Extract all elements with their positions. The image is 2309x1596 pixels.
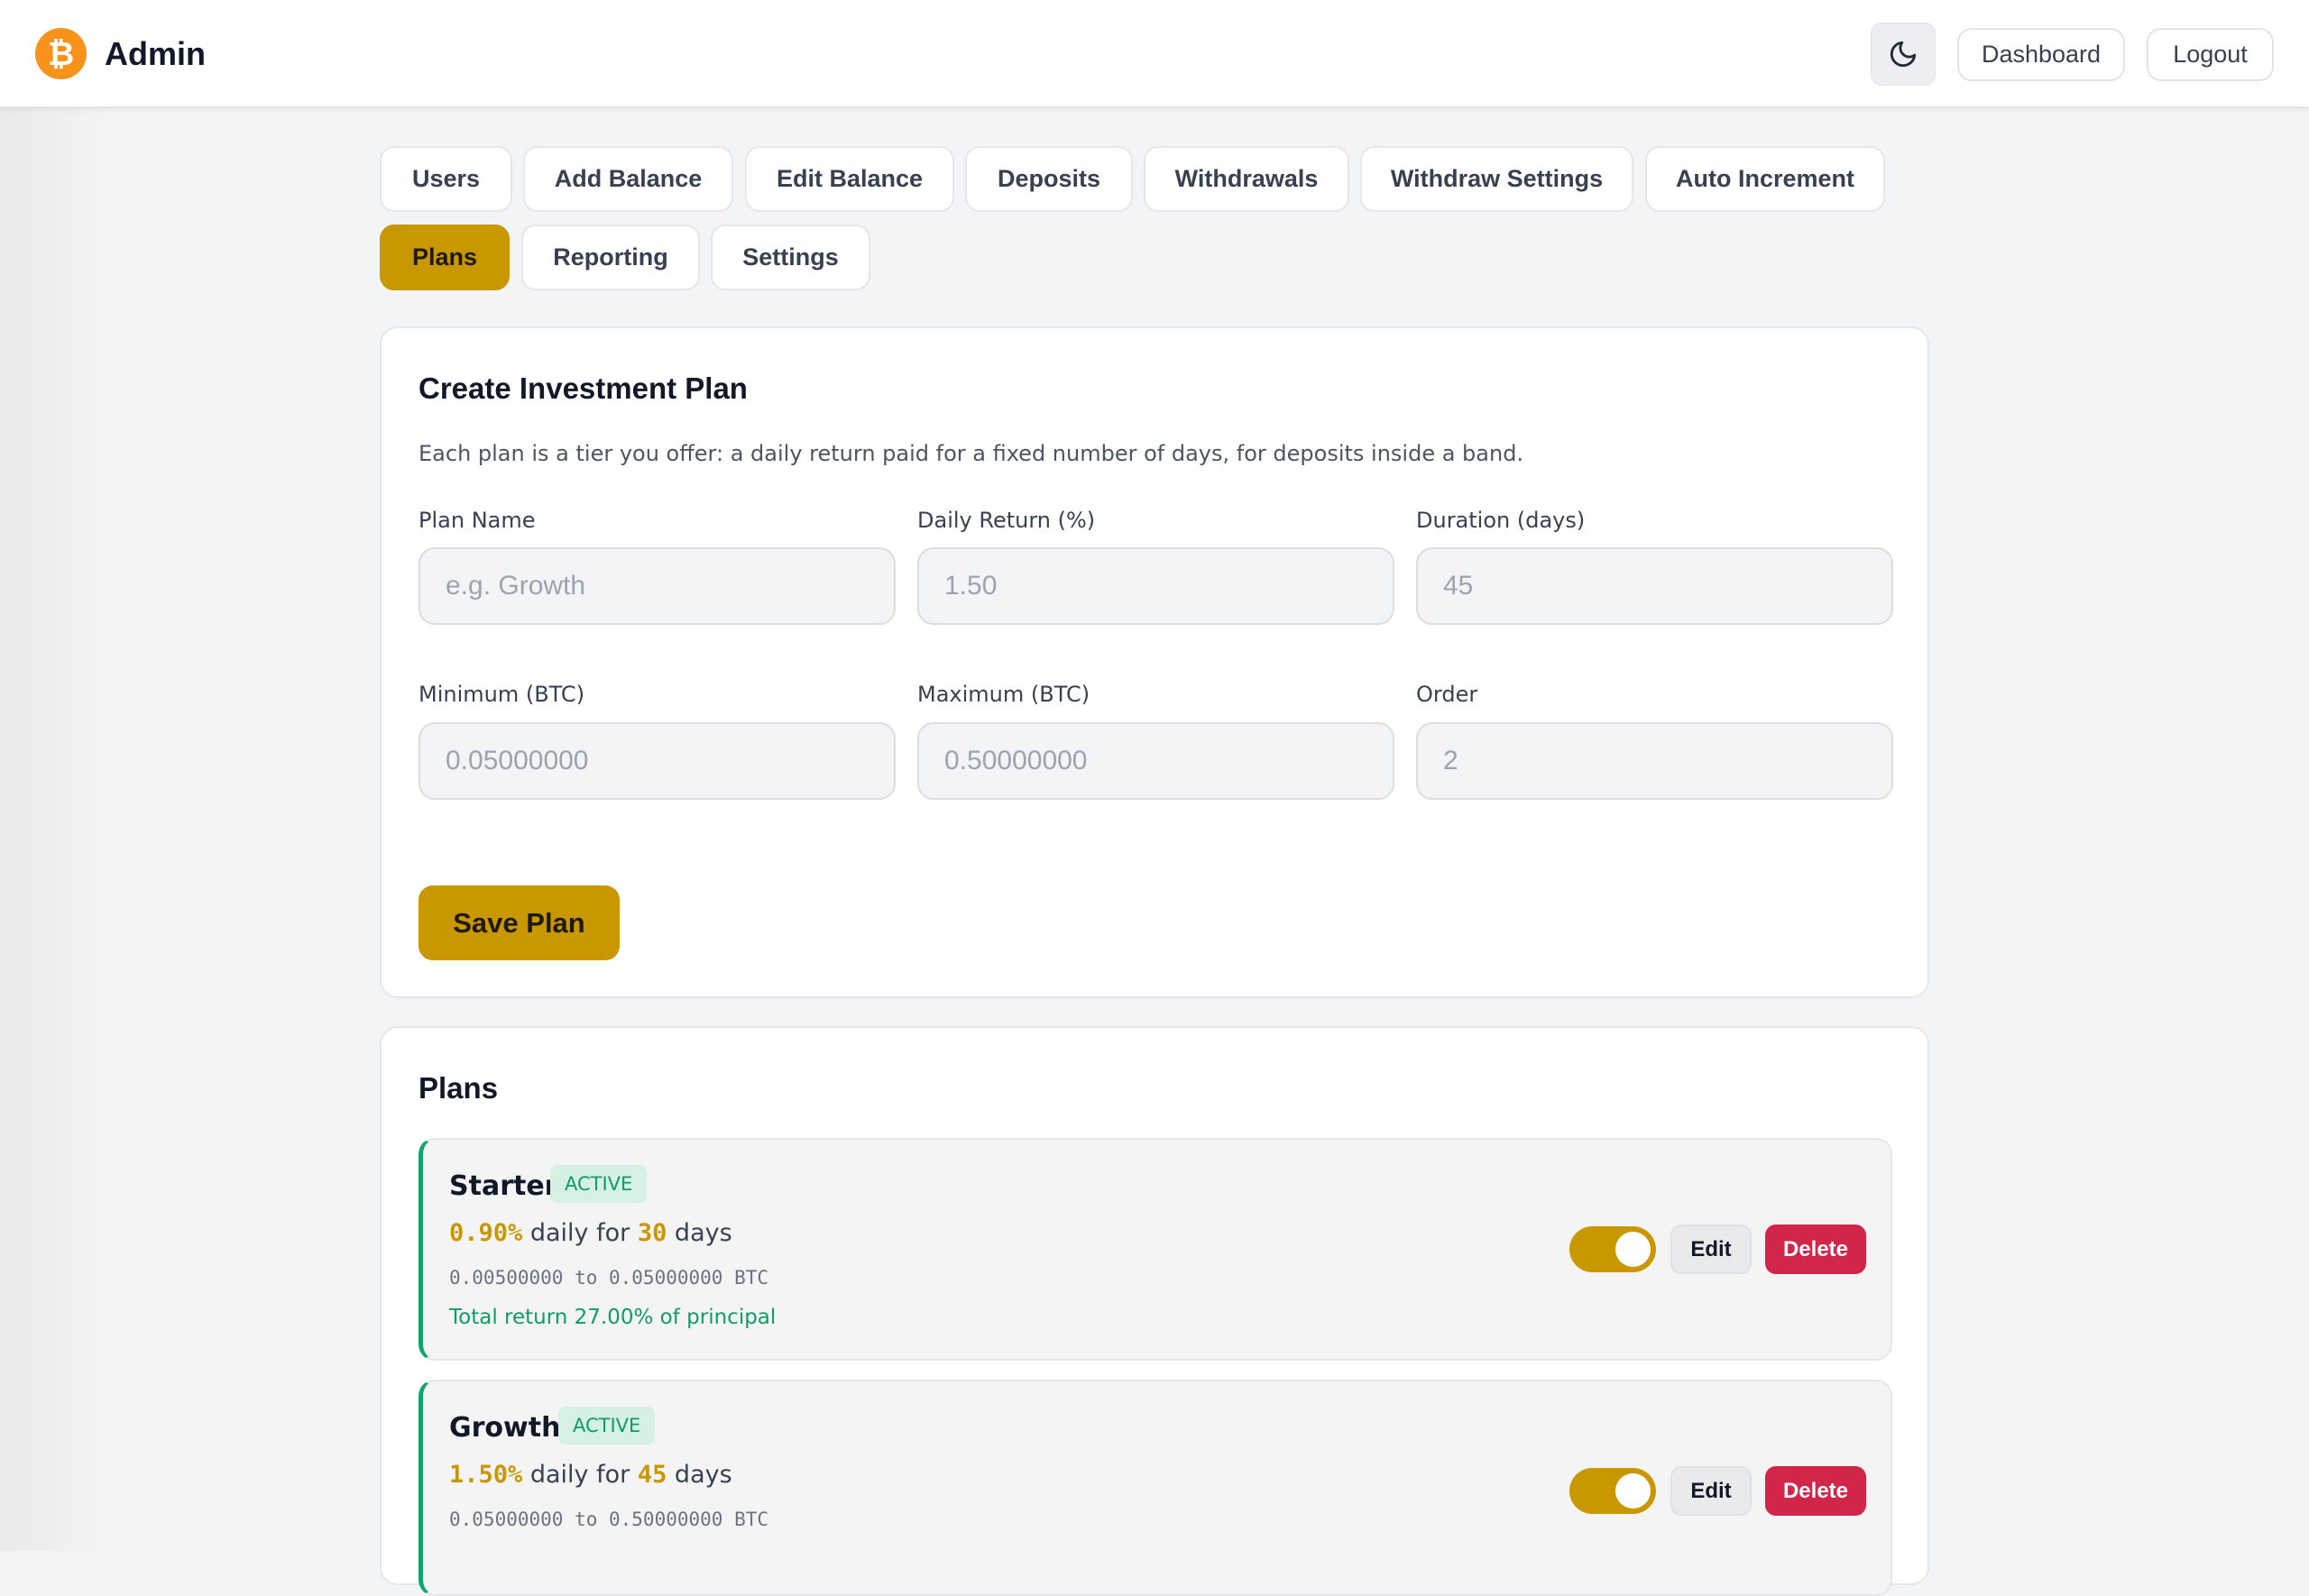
edit-plan-button[interactable]: Edit xyxy=(1670,1225,1752,1274)
plan-enabled-toggle[interactable] xyxy=(1569,1468,1656,1514)
bitcoin-logo-icon: ₿ xyxy=(35,28,87,79)
plan-name-label: Plan Name xyxy=(419,508,536,533)
tab-settings[interactable]: Settings xyxy=(711,225,870,290)
theme-toggle-button[interactable] xyxy=(1871,23,1936,86)
status-badge: ACTIVE xyxy=(550,1165,648,1203)
plan-range: 0.00500000 to 0.05000000 BTC xyxy=(449,1267,769,1289)
duration-input[interactable] xyxy=(1416,547,1893,625)
save-plan-button[interactable]: Save Plan xyxy=(419,885,620,960)
plan-rate-text: daily for xyxy=(522,1219,638,1247)
tab-withdraw-settings[interactable]: Withdraw Settings xyxy=(1360,146,1633,212)
plan-name: Growth xyxy=(449,1412,561,1444)
create-plan-title: Create Investment Plan xyxy=(419,371,748,405)
plan-item: Starter ACTIVE 0.90% daily for 30 days 0… xyxy=(419,1138,1892,1361)
plan-total-return: Total return 27.00% of principal xyxy=(449,1306,777,1329)
daily-return-input[interactable] xyxy=(917,547,1394,625)
create-plan-card: Create Investment Plan Each plan is a ti… xyxy=(380,326,1929,998)
moon-icon xyxy=(1890,41,1917,68)
plan-rate-line: 1.50% daily for 45 days xyxy=(449,1461,732,1489)
plan-days-suffix: days xyxy=(667,1461,732,1489)
status-badge: ACTIVE xyxy=(558,1407,656,1445)
delete-plan-button[interactable]: Delete xyxy=(1765,1466,1866,1516)
maximum-input[interactable] xyxy=(917,722,1394,800)
plan-name: Starter xyxy=(449,1170,558,1202)
minimum-label: Minimum (BTC) xyxy=(419,682,585,707)
app-title: Admin xyxy=(105,35,206,72)
toggle-knob xyxy=(1615,1473,1651,1509)
order-label: Order xyxy=(1416,682,1478,707)
plans-card: Plans Starter ACTIVE 0.90% daily for 30 … xyxy=(380,1026,1929,1596)
tab-plans[interactable]: Plans xyxy=(380,225,510,290)
plan-rate: 0.90% xyxy=(449,1219,523,1247)
tab-withdrawals[interactable]: Withdrawals xyxy=(1144,146,1349,212)
plan-rate-text: daily for xyxy=(522,1461,638,1489)
minimum-input[interactable] xyxy=(419,722,896,800)
tab-users[interactable]: Users xyxy=(380,146,512,212)
plans-title: Plans xyxy=(419,1071,499,1105)
edit-plan-button[interactable]: Edit xyxy=(1670,1466,1752,1516)
tab-deposits[interactable]: Deposits xyxy=(965,146,1133,212)
daily-return-label: Daily Return (%) xyxy=(917,508,1096,533)
plan-name-input[interactable] xyxy=(419,547,896,625)
maximum-label: Maximum (BTC) xyxy=(917,682,1090,707)
plan-enabled-toggle[interactable] xyxy=(1569,1226,1656,1272)
top-bar: ₿ Admin Dashboard Logout xyxy=(0,0,2309,107)
plan-days-suffix: days xyxy=(667,1219,732,1247)
delete-plan-button[interactable]: Delete xyxy=(1765,1225,1866,1274)
plan-rate: 1.50% xyxy=(449,1461,523,1489)
plan-range: 0.05000000 to 0.50000000 BTC xyxy=(449,1509,769,1530)
order-input[interactable] xyxy=(1416,722,1893,800)
tab-add-balance[interactable]: Add Balance xyxy=(523,146,733,212)
tab-edit-balance[interactable]: Edit Balance xyxy=(745,146,954,212)
tab-auto-increment[interactable]: Auto Increment xyxy=(1645,146,1885,212)
background-shade xyxy=(0,107,108,1551)
tab-reporting[interactable]: Reporting xyxy=(521,225,700,290)
plan-item: Growth ACTIVE 1.50% daily for 45 days 0.… xyxy=(419,1380,1892,1596)
create-plan-description: Each plan is a tier you offer: a daily r… xyxy=(419,441,1524,466)
plan-days: 30 xyxy=(637,1219,667,1247)
plan-rate-line: 0.90% daily for 30 days xyxy=(449,1219,732,1247)
logout-button[interactable]: Logout xyxy=(2147,28,2274,81)
plan-days: 45 xyxy=(637,1461,667,1489)
toggle-knob xyxy=(1615,1232,1651,1267)
dashboard-button[interactable]: Dashboard xyxy=(1957,28,2125,81)
duration-label: Duration (days) xyxy=(1416,508,1586,533)
